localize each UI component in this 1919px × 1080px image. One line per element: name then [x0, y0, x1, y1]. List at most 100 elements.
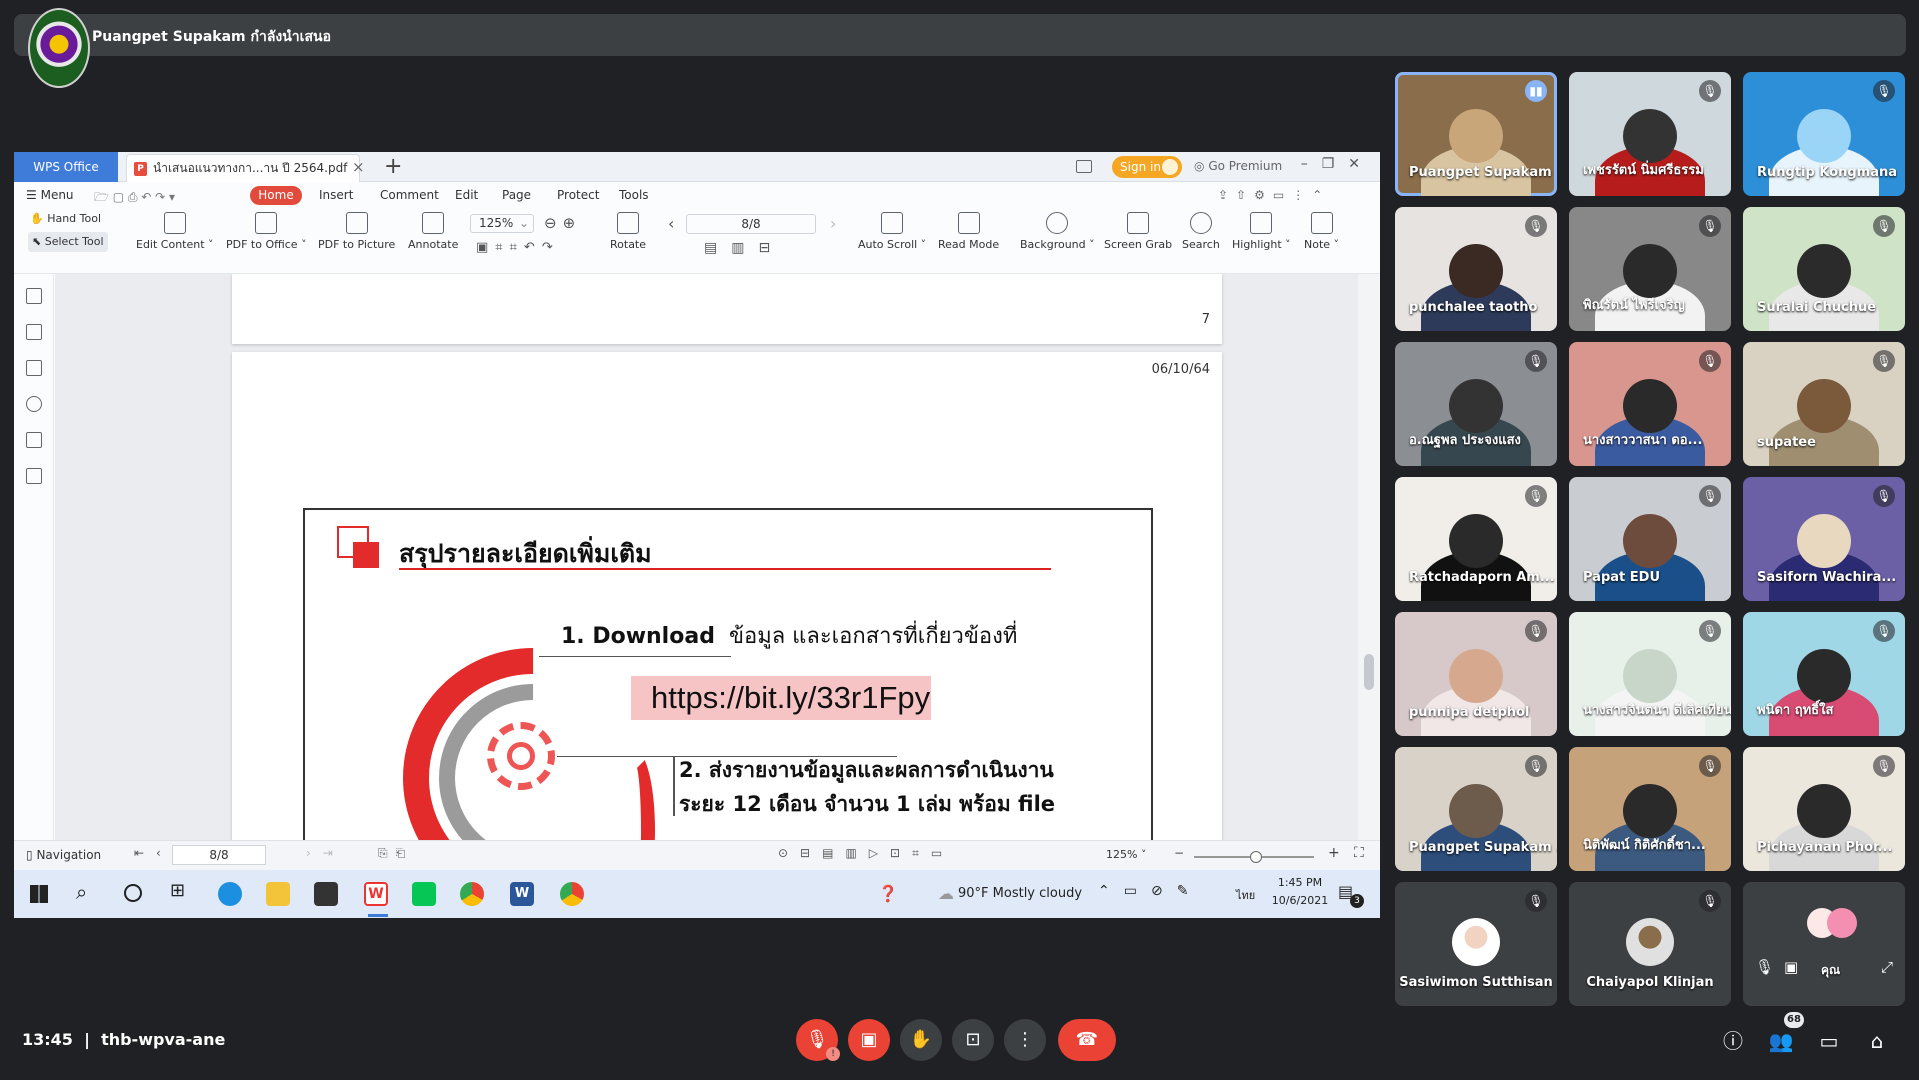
- menu-home[interactable]: Home: [250, 186, 302, 205]
- menu-comment[interactable]: Comment: [380, 188, 439, 202]
- camera-toggle-button[interactable]: ▣: [848, 1019, 890, 1061]
- signature-icon[interactable]: [26, 432, 42, 448]
- edit-content-button[interactable]: Edit Content ˅: [136, 212, 214, 251]
- navigation-toggle[interactable]: ▯ Navigation: [26, 848, 101, 862]
- raise-hand-button[interactable]: ✋: [900, 1019, 942, 1061]
- view-mode-icons[interactable]: ⊙⊟▤▥▷⊡⌗▭: [778, 846, 954, 861]
- leave-call-button[interactable]: ☎: [1058, 1019, 1116, 1061]
- participant-tile[interactable]: Papat EDU 🎙: [1569, 477, 1731, 601]
- self-tile-controls[interactable]: 🎙▣: [1755, 958, 1808, 976]
- first-prev-icons[interactable]: ⇤‹: [134, 846, 173, 860]
- participant-tile[interactable]: Sasiforn Wachira... 🎙: [1743, 477, 1905, 601]
- close-tab-icon[interactable]: ×: [352, 158, 365, 176]
- menu-page[interactable]: Page: [502, 188, 531, 202]
- zoom-in-icon[interactable]: +: [1328, 845, 1340, 861]
- zoom-select[interactable]: 125% ⌄: [470, 214, 534, 233]
- scrollbar-thumb[interactable]: [1364, 654, 1374, 690]
- present-button[interactable]: ⊡: [952, 1019, 994, 1061]
- line-icon[interactable]: [412, 882, 436, 906]
- rotate-button[interactable]: Rotate: [610, 212, 646, 251]
- page-layout-icons[interactable]: ▤▥⊟: [704, 240, 784, 256]
- tray-icons[interactable]: ⌃▭⊘✎: [1098, 883, 1202, 899]
- menu-insert[interactable]: Insert: [319, 188, 353, 202]
- participant-tile[interactable]: นางสาวจินตนา ดีเลิศเทียน 🎙: [1569, 612, 1731, 736]
- participant-tile[interactable]: เพชรรัตน์ นิ่มศรีธรรม 🎙: [1569, 72, 1731, 196]
- mic-toggle-button[interactable]: 🎙!: [796, 1019, 840, 1061]
- layout-icon[interactable]: [1076, 160, 1092, 173]
- participant-tile[interactable]: Puangpet Supakam ... 🎙: [1395, 747, 1557, 871]
- participant-tile[interactable]: 🎙▣ ⤢ คุณ: [1743, 882, 1905, 1006]
- form-icon[interactable]: [26, 468, 42, 484]
- sign-in-button[interactable]: Sign in: [1112, 156, 1182, 178]
- view-tool-icons[interactable]: ▣⌗⌗↶↷: [476, 240, 560, 255]
- wps-taskbar-icon[interactable]: W: [364, 882, 388, 906]
- background-button[interactable]: Background ˅: [1020, 212, 1095, 251]
- note-button[interactable]: Note ˅: [1304, 212, 1339, 251]
- fullscreen-icon[interactable]: ⛶: [1354, 845, 1364, 861]
- go-premium-button[interactable]: ◎ Go Premium: [1194, 159, 1282, 173]
- help-icon[interactable]: ❓: [878, 884, 898, 903]
- participant-tile[interactable]: พิณรัตน์ ไพรีเจริญ 🎙: [1569, 207, 1731, 331]
- participant-tile[interactable]: Rungtip Kongmana 🎙: [1743, 72, 1905, 196]
- clock-time[interactable]: 1:45 PM: [1272, 876, 1328, 889]
- task-view-icon[interactable]: ⊞: [170, 880, 185, 901]
- screen-grab-button[interactable]: Screen Grab: [1104, 212, 1172, 251]
- participant-tile[interactable]: Pichayanan Phor... 🎙: [1743, 747, 1905, 871]
- clock-date[interactable]: 10/6/2021: [1268, 894, 1332, 907]
- bookmark-icon[interactable]: [26, 288, 42, 304]
- menu-protect[interactable]: Protect: [557, 188, 599, 202]
- chat-button[interactable]: ▭: [1816, 1028, 1842, 1054]
- pdf-to-picture-button[interactable]: PDF to Picture: [318, 212, 395, 251]
- attachment-icon[interactable]: [26, 396, 42, 412]
- menu-edit[interactable]: Edit: [455, 188, 478, 202]
- vertical-scrollbar[interactable]: [1358, 274, 1380, 840]
- people-button[interactable]: 👥: [1768, 1028, 1794, 1054]
- annotate-button[interactable]: Annotate: [408, 212, 458, 251]
- thumbnail-icon[interactable]: [26, 324, 42, 340]
- cortana-icon[interactable]: [124, 884, 142, 902]
- weather-text[interactable]: 90°F Mostly cloudy: [958, 886, 1082, 901]
- participant-tile[interactable]: นางสาววาสนา ดอ... 🎙: [1569, 342, 1731, 466]
- participant-tile[interactable]: Puangpet Supakam ▮▮: [1395, 72, 1557, 196]
- restore-icon[interactable]: ❐: [1322, 156, 1349, 172]
- participant-tile[interactable]: นิติพัฒน์ กิติศักดิ์ชา... 🎙: [1569, 747, 1731, 871]
- document-viewport[interactable]: 7 06/10/64 สรุปรายละเอียดเพิ่มเติม 1. Do…: [55, 274, 1380, 840]
- new-tab-icon[interactable]: +: [384, 154, 402, 179]
- expand-icon[interactable]: ⤢: [1881, 958, 1893, 976]
- participant-tile[interactable]: Chaiyapol Klinjan 🎙: [1569, 882, 1731, 1006]
- language-indicator[interactable]: ไทย: [1236, 886, 1255, 904]
- highlight-button[interactable]: Highlight ˅: [1232, 212, 1291, 251]
- participant-tile[interactable]: อ.ณฐพล ประจงแสง 🎙: [1395, 342, 1557, 466]
- menu-button[interactable]: ☰ Menu: [26, 188, 74, 202]
- pdf-to-office-button[interactable]: PDF to Office ˅: [226, 212, 307, 251]
- chrome-icon[interactable]: [560, 882, 584, 906]
- windows-start-icon[interactable]: [30, 885, 48, 903]
- prev-page-icon[interactable]: ‹: [668, 214, 674, 233]
- participant-tile[interactable]: Ratchadaporn Am... 🎙: [1395, 477, 1557, 601]
- share-icons[interactable]: ⇪⇧⚙▭⋮⌃: [1218, 188, 1330, 202]
- file-explorer-icon[interactable]: [266, 882, 290, 906]
- close-window-icon[interactable]: ✕: [1348, 156, 1374, 172]
- store-icon[interactable]: [314, 882, 338, 906]
- participant-tile[interactable]: supatee 🎙: [1743, 342, 1905, 466]
- download-link[interactable]: https://bit.ly/33r1Fpy: [651, 680, 930, 716]
- search-icon[interactable]: ⌕: [76, 880, 87, 904]
- hand-tool-button[interactable]: ✋ Hand Tool: [30, 212, 101, 225]
- participant-tile[interactable]: Sasiwimon Sutthisan 🎙: [1395, 882, 1557, 1006]
- activities-button[interactable]: ⌂: [1864, 1028, 1890, 1054]
- read-mode-button[interactable]: Read Mode: [938, 212, 999, 251]
- document-tab[interactable]: P นำเสนอแนวทางกา...าน ปี 2564.pdf: [126, 154, 360, 182]
- wps-brand-tab[interactable]: WPS Office: [14, 152, 118, 182]
- meeting-details-button[interactable]: ⓘ: [1720, 1028, 1746, 1054]
- more-options-button[interactable]: ⋮: [1004, 1019, 1046, 1061]
- participant-tile[interactable]: punnipa detphol 🎙: [1395, 612, 1557, 736]
- zoom-out-icon[interactable]: −: [1174, 846, 1184, 860]
- nav-zoom-select[interactable]: 125% ˅: [1106, 848, 1146, 861]
- next-last-icons[interactable]: ›⇥: [306, 846, 345, 860]
- participant-tile[interactable]: Suralai Chuchue 🎙: [1743, 207, 1905, 331]
- select-tool-button[interactable]: ⬉ Select Tool: [28, 232, 108, 252]
- minimize-icon[interactable]: –: [1301, 156, 1322, 172]
- page-number-field[interactable]: 8/8: [686, 214, 816, 234]
- search-button[interactable]: Search: [1182, 212, 1220, 251]
- window-controls[interactable]: –❐✕: [1301, 156, 1374, 172]
